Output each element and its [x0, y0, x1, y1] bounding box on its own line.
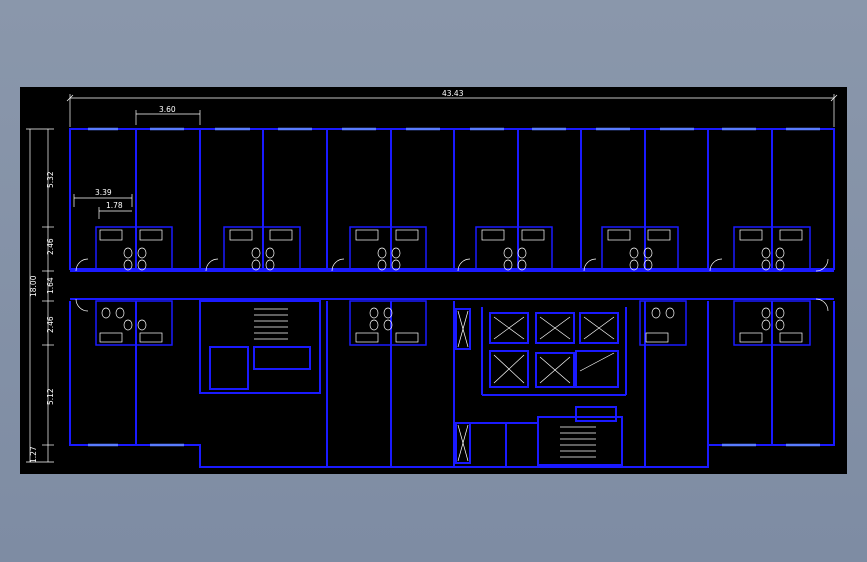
- dim-room-depth-top: 5.32: [46, 171, 55, 188]
- dim-bath-width: 3.39: [95, 188, 112, 197]
- fixtures: [75, 229, 829, 462]
- dim-overall-width: 43.43: [442, 89, 464, 98]
- dimension-labels: 43.43 3.60 3.39 1.78 18.00 5.32 2.46 1.6…: [29, 89, 464, 463]
- cad-canvas[interactable]: 43.43 3.60 3.39 1.78 18.00 5.32 2.46 1.6…: [20, 87, 847, 474]
- dim-room-depth-bottom: 5.12: [46, 388, 55, 405]
- walls: [69, 128, 835, 468]
- dim-corridor: 1.64: [46, 277, 55, 294]
- dim-bath-inner: 1.78: [106, 201, 123, 210]
- dim-overall-depth: 18.00: [29, 275, 38, 297]
- dim-bath-depth-bottom: 2.46: [46, 316, 55, 333]
- floor-plan: 43.43 3.60 3.39 1.78 18.00 5.32 2.46 1.6…: [26, 89, 838, 468]
- dim-bottom-offset: 1.27: [29, 446, 38, 463]
- dimension-lines: [26, 94, 838, 463]
- dim-bath-depth-top: 2.46: [46, 238, 55, 255]
- dim-bay-width: 3.60: [159, 105, 176, 114]
